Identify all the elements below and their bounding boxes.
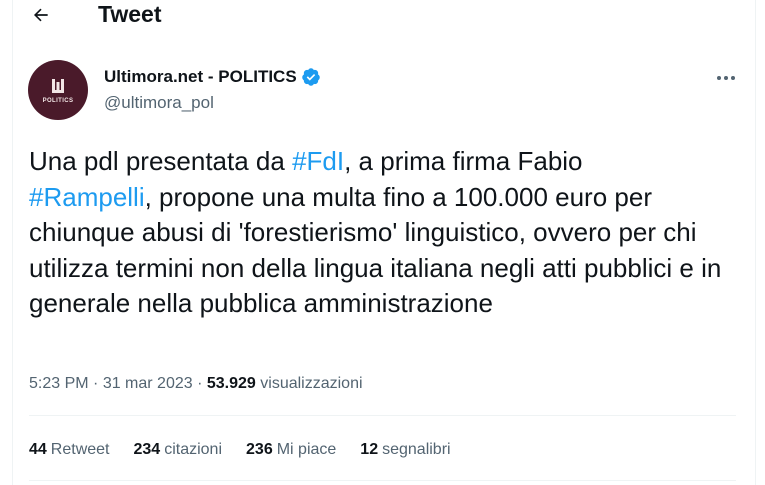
avatar-label: POLITICS <box>42 97 74 104</box>
stat-count: 12 <box>360 441 379 458</box>
tweet-text-part: Una pdl presentata da <box>29 146 293 176</box>
engagement-stats: 44 Retweet 234 citazioni 236 Mi piace 12… <box>29 440 475 460</box>
page-title: Tweet <box>98 1 162 27</box>
stat-label: Mi piace <box>276 441 337 458</box>
hashtag-link[interactable]: #FdI <box>292 146 344 176</box>
top-bar: Tweet <box>0 0 765 30</box>
stat-count: 234 <box>133 441 161 458</box>
stat-label: citazioni <box>164 441 223 458</box>
stat-bookmarks[interactable]: 12 segnalibri <box>360 440 450 460</box>
arrow-left-icon <box>34 8 48 22</box>
stat-quotes[interactable]: 234 citazioni <box>134 440 223 460</box>
views-count: 53.929 <box>206 375 256 392</box>
tweet-text: Una pdl presentata da #FdI, a prima firm… <box>29 144 745 322</box>
meta-separator: · <box>88 375 103 392</box>
stat-retweets[interactable]: 44 Retweet <box>29 440 110 460</box>
divider <box>29 415 736 416</box>
meta-separator: · <box>192 375 207 392</box>
more-options-button[interactable] <box>712 68 740 88</box>
stat-label: Retweet <box>50 441 110 458</box>
views-label: visualizzazioni <box>255 375 363 392</box>
avatar[interactable]: POLITICS <box>28 60 88 120</box>
tweet-meta: 5:23 PM · 31 mar 2023 · 53.929 visualizz… <box>29 374 363 394</box>
divider <box>29 480 736 481</box>
stat-count: 44 <box>29 441 47 458</box>
tweet-date[interactable]: 31 mar 2023 <box>103 375 193 392</box>
back-button[interactable] <box>26 0 56 30</box>
stat-likes[interactable]: 236 Mi piace <box>246 440 336 460</box>
more-dots-icon <box>717 76 735 80</box>
ultimora-logo-icon <box>52 78 64 93</box>
author-name-row: Ultimora.net - POLITICS <box>104 66 321 88</box>
verified-badge-icon[interactable] <box>301 67 321 87</box>
tweet-text-part: , a prima firma Fabio <box>344 146 583 176</box>
tweet-time[interactable]: 5:23 PM <box>29 375 89 392</box>
stat-count: 236 <box>246 441 273 458</box>
author-display-name[interactable]: Ultimora.net - POLITICS <box>104 66 297 88</box>
stat-label: segnalibri <box>382 441 451 458</box>
author-handle[interactable]: @ultimora_pol <box>104 92 214 114</box>
hashtag-link[interactable]: #Rampelli <box>29 182 145 212</box>
